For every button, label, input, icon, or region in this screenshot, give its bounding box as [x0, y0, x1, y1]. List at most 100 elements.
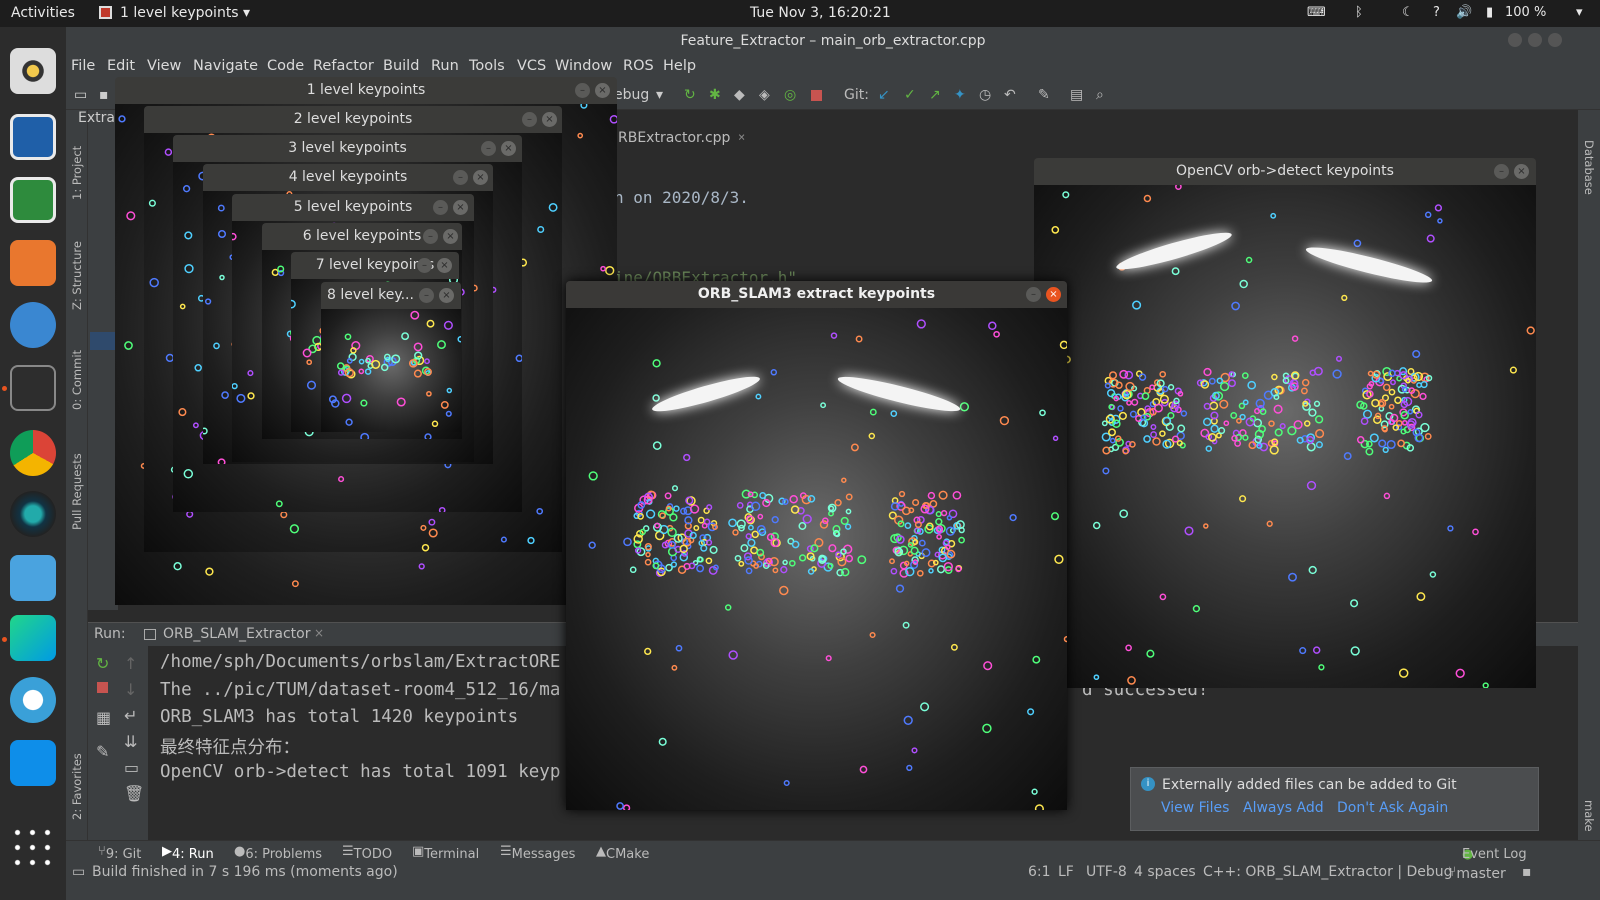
teamviewer-icon[interactable] [10, 740, 56, 786]
battery-icon[interactable]: ▮ [1486, 5, 1493, 20]
tab-make[interactable]: make [1582, 800, 1596, 832]
activities-button[interactable]: Activities [11, 5, 75, 21]
bluetooth-icon[interactable]: ᛒ [1355, 5, 1363, 20]
layout-icon[interactable]: ▦ [96, 708, 111, 727]
menu-refactor[interactable]: Refactor [313, 58, 374, 74]
close-icon[interactable]: × [738, 130, 745, 144]
menu-ros[interactable]: ROS [623, 58, 654, 74]
close-icon[interactable]: × [314, 626, 324, 640]
clock[interactable]: Tue Nov 3, 16:20:21 [750, 5, 891, 21]
keyboard-icon[interactable]: ⌨ [1307, 5, 1326, 20]
tab-project[interactable]: 1: Project [70, 146, 84, 200]
menu-run[interactable]: Run [431, 58, 459, 74]
calc-icon[interactable] [10, 177, 56, 223]
system-menu-icon[interactable]: ▾ [1576, 5, 1583, 20]
ide-close-button[interactable] [1548, 33, 1562, 47]
dont-ask-again-link[interactable]: Don't Ask Again [1337, 800, 1448, 816]
menu-help[interactable]: Help [663, 58, 696, 74]
minimize-button[interactable]: – [1026, 287, 1041, 302]
chevron-down-icon[interactable]: ▾ [656, 87, 663, 103]
minimize-button[interactable]: – [575, 83, 590, 98]
clion-icon[interactable] [10, 615, 56, 661]
chrome-icon[interactable] [10, 430, 56, 476]
status-icon[interactable]: ▭ [72, 864, 85, 880]
window-level-8[interactable]: 8 level key... – × [321, 282, 461, 432]
tab-git[interactable]: ⑂ 9: Git [98, 844, 141, 862]
window-title[interactable]: 7 level keypoints [291, 252, 459, 279]
git-update-icon[interactable]: ↙ [878, 87, 890, 103]
menu-view[interactable]: View [147, 58, 181, 74]
tab-pull-requests[interactable]: Pull Requests [70, 453, 84, 530]
minimize-button[interactable]: – [481, 141, 496, 156]
chevron-down-icon[interactable]: ▾ [243, 5, 250, 21]
close-button[interactable]: × [595, 83, 610, 98]
lock-icon[interactable]: ▪ [1522, 864, 1532, 880]
coverage-icon[interactable]: ◆ [734, 87, 745, 103]
close-button[interactable]: × [1514, 164, 1529, 179]
minimize-button[interactable]: – [522, 112, 537, 127]
ide-minimize-button[interactable] [1508, 33, 1522, 47]
window-title[interactable]: 1 level keypoints [115, 77, 617, 104]
file-encoding[interactable]: UTF-8 [1086, 864, 1127, 880]
cursor-position[interactable]: 6:1 [1028, 864, 1051, 880]
trash-icon[interactable]: 🗑 [124, 784, 144, 803]
minimize-button[interactable]: – [433, 200, 448, 215]
writer-icon[interactable] [10, 114, 56, 160]
rerun-icon[interactable]: ↻ [96, 654, 109, 673]
terminal-icon[interactable] [10, 365, 56, 411]
run-config-tab[interactable]: ORB_SLAM_Extractor [163, 626, 310, 642]
view-files-link[interactable]: View Files [1161, 800, 1229, 816]
network-icon[interactable] [10, 555, 56, 601]
git-fetch-icon[interactable]: ✦ [954, 87, 966, 103]
window-title[interactable]: 4 level keypoints [203, 164, 493, 191]
minimize-button[interactable]: – [453, 170, 468, 185]
menu-vcs[interactable]: VCS [517, 58, 546, 74]
search-icon[interactable]: ⌕ [1096, 87, 1104, 103]
down-icon[interactable]: ↓ [124, 680, 137, 699]
minimize-button[interactable]: – [1494, 164, 1509, 179]
rhythmbox-icon[interactable] [10, 48, 56, 94]
menu-navigate[interactable]: Navigate [193, 58, 258, 74]
history-icon[interactable]: ◷ [979, 87, 991, 103]
tab-database[interactable]: Database [1582, 140, 1596, 195]
close-button[interactable]: × [473, 170, 488, 185]
window-title[interactable]: 3 level keypoints [173, 135, 522, 162]
soft-wrap-icon[interactable]: ↵ [124, 706, 137, 725]
window-title[interactable]: ORB_SLAM3 extract keypoints [566, 281, 1067, 308]
tab-terminal[interactable]: ▣ Terminal [412, 844, 479, 862]
rollback-icon[interactable]: ↶ [1004, 87, 1016, 103]
close-button[interactable]: × [501, 141, 516, 156]
pin-icon[interactable]: ✎ [96, 742, 109, 761]
close-button[interactable]: × [542, 112, 557, 127]
show-apps-icon[interactable] [10, 825, 56, 871]
night-light-icon[interactable]: ☾ [1402, 5, 1414, 20]
minimize-button[interactable]: – [419, 288, 434, 303]
window-title[interactable]: 2 level keypoints [144, 106, 562, 133]
settings-icon[interactable]: ✎ [1038, 87, 1050, 103]
run-config-select[interactable]: ebug [614, 87, 649, 103]
help-app-icon[interactable] [10, 302, 56, 348]
rerun-icon[interactable]: ↻ [684, 87, 696, 103]
tab-cmake[interactable]: ▲ CMake [596, 844, 649, 862]
git-commit-icon[interactable]: ✓ [904, 87, 916, 103]
up-icon[interactable]: ↑ [124, 654, 137, 673]
menu-code[interactable]: Code [267, 58, 304, 74]
editor-tab[interactable]: RBExtractor.cpp [618, 130, 730, 146]
menu-build[interactable]: Build [383, 58, 419, 74]
tab-messages[interactable]: ☰ Messages [500, 844, 575, 862]
update-icon[interactable] [10, 677, 56, 723]
print-icon[interactable]: ▭ [124, 758, 139, 777]
profile-icon[interactable]: ◈ [759, 87, 770, 103]
git-push-icon[interactable]: ↗ [929, 87, 941, 103]
git-branch[interactable]: ⑂ master [1448, 864, 1506, 882]
save-icon[interactable]: ▪ [99, 87, 109, 103]
tab-todo[interactable]: ☰ TODO [342, 844, 392, 862]
menu-file[interactable]: File [71, 58, 95, 74]
debug-icon[interactable]: ✱ [709, 87, 721, 103]
tab-structure[interactable]: Z: Structure [70, 241, 84, 310]
menu-edit[interactable]: Edit [107, 58, 135, 74]
camera-icon[interactable] [10, 491, 56, 537]
window-orbslam3[interactable]: ORB_SLAM3 extract keypoints – × [566, 281, 1067, 810]
menu-window[interactable]: Window [555, 58, 612, 74]
close-button[interactable]: × [437, 258, 452, 273]
